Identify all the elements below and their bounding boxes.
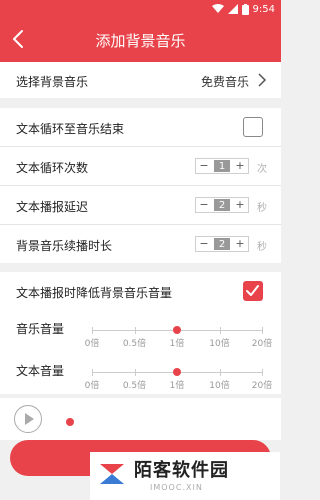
play-icon: [25, 413, 34, 425]
watermark-logo: [100, 464, 124, 484]
loop-to-end-row: 文本循环至音乐结束: [0, 108, 281, 146]
bg-continue-row: 背景音乐续播时长 − 2 + 秒: [0, 225, 281, 263]
loop-count-row: 文本循环次数 − 1 + 次: [0, 147, 281, 185]
bg-continue-value[interactable]: 2: [214, 238, 230, 250]
loop-count-stepper: − 1 +: [195, 158, 249, 174]
watermark-title: 陌客软件园: [134, 460, 229, 481]
slider-tick-label: 1倍: [169, 381, 185, 391]
music-select-label: 选择背景音乐: [16, 75, 89, 89]
slider-tick-label: 20倍: [251, 381, 273, 391]
loop-count-value[interactable]: 1: [214, 160, 230, 172]
status-icons: 9:54: [211, 2, 275, 16]
slider-tick: [219, 369, 221, 376]
signal-icon: [227, 4, 238, 14]
preview-player: [0, 398, 281, 440]
play-delay-unit: 秒: [257, 203, 267, 214]
increment-button[interactable]: +: [232, 159, 248, 173]
play-delay-row: 文本播报延迟 − 2 + 秒: [0, 186, 281, 224]
slider-tick-label: 10倍: [209, 381, 230, 391]
chevron-right-icon: [258, 73, 267, 87]
bg-continue-unit: 秒: [257, 242, 267, 253]
watermark-sub: IMOOC.XIN: [150, 483, 203, 492]
page-title: 添加背景音乐: [95, 32, 186, 50]
progress-thumb[interactable]: [66, 418, 74, 426]
slider-tick-label: 0.5倍: [122, 381, 147, 391]
title-bar: 添加背景音乐: [0, 18, 281, 62]
increment-button[interactable]: +: [232, 237, 248, 251]
status-time: 9:54: [252, 3, 275, 15]
decrement-button[interactable]: −: [196, 237, 212, 251]
slider-tick-label: 0倍: [84, 381, 100, 391]
loop-count-label: 文本循环次数: [16, 161, 89, 175]
play-button[interactable]: [14, 405, 42, 433]
play-delay-value[interactable]: 2: [214, 199, 230, 211]
slider-tick: [262, 369, 263, 376]
battery-icon: [241, 3, 249, 15]
status-bar: 9:54: [0, 0, 281, 18]
slider-tick: [92, 369, 93, 376]
bg-continue-label: 背景音乐续播时长: [16, 239, 113, 253]
loop-to-end-checkbox[interactable]: [243, 117, 263, 137]
play-delay-label: 文本播报延迟: [16, 200, 89, 214]
increment-button[interactable]: +: [232, 198, 248, 212]
loop-to-end-label: 文本循环至音乐结束: [16, 122, 125, 136]
music-select-value: 免费音乐: [200, 75, 249, 89]
volume-section: 文本播报时降低背景音乐音量 音乐音量 0倍 0.5倍 1倍 10倍 20倍 文本音量 0…: [0, 272, 281, 394]
wifi-icon: [211, 4, 224, 13]
loop-count-unit: 次: [257, 164, 267, 175]
bg-continue-stepper: − 2 +: [195, 236, 249, 252]
music-select-row[interactable]: 选择背景音乐 免费音乐: [0, 62, 281, 98]
play-delay-stepper: − 2 +: [195, 197, 249, 213]
decrement-button[interactable]: −: [196, 159, 212, 173]
slider-thumb[interactable]: [173, 368, 181, 376]
watermark: 陌客软件园 IMOOC.XIN: [90, 452, 280, 500]
decrement-button[interactable]: −: [196, 198, 212, 212]
slider-tick: [134, 369, 136, 376]
text-volume-slider[interactable]: 0倍 0.5倍 1倍 10倍 20倍: [0, 272, 281, 394]
